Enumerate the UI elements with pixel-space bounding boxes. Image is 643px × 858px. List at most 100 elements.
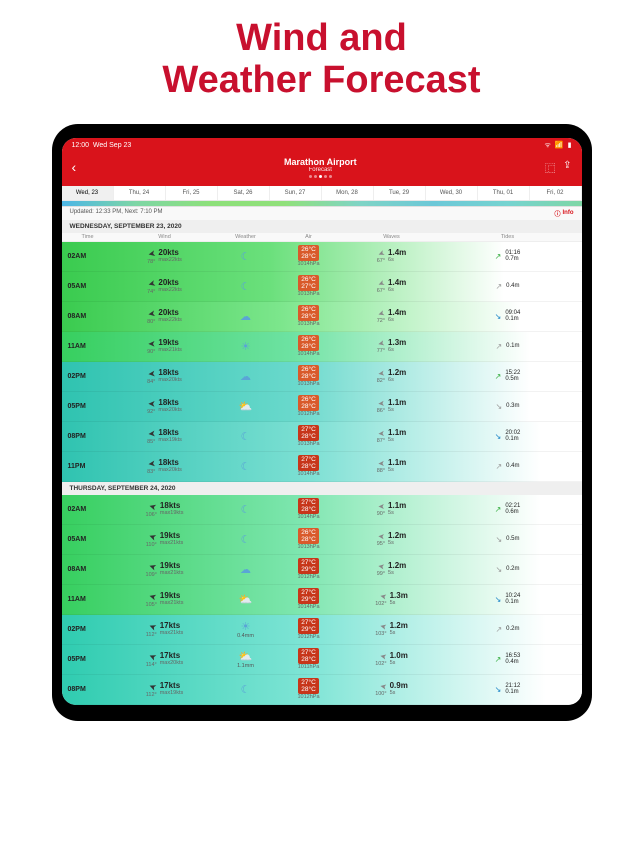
tide-icon: ↗ <box>495 342 502 351</box>
forecast-row[interactable]: 05AM ➤ 110° 19ktsmax21kts ☾ 26°C28°C 101… <box>62 525 582 555</box>
cell-wind: ➤ 78° 20ktsmax22kts <box>114 248 216 265</box>
cell-weather: ☀ 0.4mm <box>216 620 276 639</box>
wave-direction-icon: ➤ <box>378 428 385 437</box>
wave-direction-icon: ➤ <box>377 248 387 259</box>
cell-waves: ➤ 67° 1.4m6s <box>342 249 442 264</box>
cell-weather: ☾ <box>216 533 276 546</box>
cell-air: 27°C29°C 1012hPa <box>276 618 342 640</box>
day-section-header: WEDNESDAY, SEPTEMBER 23, 2020 <box>62 220 582 233</box>
wind-direction-icon: ➤ <box>148 500 158 513</box>
cell-weather: ☁ <box>216 563 276 576</box>
wind-direction-icon: ➤ <box>147 650 158 663</box>
cell-air: 27°C28°C 1012hPa <box>276 678 342 700</box>
forecast-row[interactable]: 08PM ➤ 85° 18ktsmax19kts ☾ 27°C28°C 1013… <box>62 422 582 452</box>
cell-time: 08PM <box>62 686 114 693</box>
weather-icon: ☾ <box>241 534 251 546</box>
wind-direction-icon: ➤ <box>148 530 159 543</box>
day-tab[interactable]: Fri, 25 <box>166 186 218 200</box>
wind-direction-icon: ➤ <box>147 367 156 379</box>
cell-tides: ↘ 21:120.1m <box>442 683 574 696</box>
forecast-row[interactable]: 02PM ➤ 112° 17ktsmax21kts ☀ 0.4mm 27°C29… <box>62 615 582 645</box>
cell-waves: ➤ 77° 1.3m6s <box>342 339 442 354</box>
wave-direction-icon: ➤ <box>379 651 387 661</box>
day-tab[interactable]: Wed, 23 <box>62 186 114 200</box>
weather-icon: ⛅ <box>239 651 253 663</box>
tide-icon: ↘ <box>495 402 502 411</box>
cell-tides: ↘ 20:020.1m <box>442 430 574 443</box>
wind-direction-icon: ➤ <box>148 560 159 573</box>
back-button[interactable]: ‹ <box>72 159 96 175</box>
cell-air: 27°C28°C 1011hPa <box>276 648 342 670</box>
status-bar: 12:00 Wed Sep 23 ᯤ 📶 ▮ <box>62 138 582 153</box>
forecast-row[interactable]: 02PM ➤ 84° 18ktsmax20kts ☁ 26°C28°C 1013… <box>62 362 582 392</box>
weather-icon: ☾ <box>241 684 251 696</box>
day-tab[interactable]: Sat, 26 <box>218 186 270 200</box>
map-icon[interactable]: ⿸ <box>545 160 555 175</box>
wind-direction-icon: ➤ <box>147 247 157 259</box>
cell-tides: ↘ 10:240.1m <box>442 593 574 606</box>
cell-tides: ↗ 0.2m <box>442 625 574 634</box>
day-tab[interactable]: Wed, 30 <box>426 186 478 200</box>
cell-tides: ↗ 0.4m <box>442 282 574 291</box>
weather-icon: ☾ <box>241 251 251 263</box>
forecast-row[interactable]: 05PM ➤ 114° 17ktsmax20kts ⛅ 1.1mm 27°C28… <box>62 645 582 675</box>
weather-icon: ⛅ <box>239 401 253 413</box>
forecast-row[interactable]: 11AM ➤ 105° 19ktsmax21kts ⛅ 27°C29°C 101… <box>62 585 582 615</box>
cell-tides: ↗ 15:220.5m <box>442 370 574 383</box>
wave-direction-icon: ➤ <box>378 458 385 467</box>
day-tab[interactable]: Fri, 02 <box>530 186 582 200</box>
wave-direction-icon: ➤ <box>377 278 387 289</box>
cell-time: 11AM <box>62 596 114 603</box>
cell-weather: ☾ <box>216 250 276 263</box>
cell-air: 26°C28°C 1012hPa <box>276 395 342 417</box>
cell-waves: ➤ 86° 1.1m5s <box>342 399 442 414</box>
cell-air: 27°C28°C 1013hPa <box>276 425 342 447</box>
cell-wind: ➤ 112° 17ktsmax21kts <box>114 621 216 638</box>
weather-icon: ☁ <box>240 564 251 576</box>
cell-wind: ➤ 85° 18ktsmax19kts <box>114 428 216 445</box>
cell-weather: ⛅ 1.1mm <box>216 650 276 669</box>
forecast-row[interactable]: 11PM ➤ 83° 18ktsmax20kts ☾ 27°C28°C 1014… <box>62 452 582 482</box>
forecast-row[interactable]: 02AM ➤ 78° 20ktsmax22kts ☾ 26°C28°C 1014… <box>62 242 582 272</box>
forecast-row[interactable]: 02AM ➤ 106° 18ktsmax19kts ☾ 27°C28°C 101… <box>62 495 582 525</box>
cell-time: 08AM <box>62 566 114 573</box>
cell-tides: ↘ 09:040.1m <box>442 310 574 323</box>
forecast-row[interactable]: 08PM ➤ 112° 17ktsmax19kts ☾ 27°C28°C 101… <box>62 675 582 705</box>
forecast-row[interactable]: 05AM ➤ 74° 20ktsmax22kts ☾ 26°C27°C 1013… <box>62 272 582 302</box>
day-tab[interactable]: Mon, 28 <box>322 186 374 200</box>
info-button[interactable]: ⓘInfo <box>554 209 573 218</box>
location-subtitle: Forecast <box>96 167 546 173</box>
cell-wind: ➤ 80° 20ktsmax22kts <box>114 308 216 325</box>
day-tab[interactable]: Thu, 01 <box>478 186 530 200</box>
cell-wind: ➤ 110° 19ktsmax21kts <box>114 531 216 548</box>
cell-air: 26°C28°C 1013hPa <box>276 365 342 387</box>
forecast-row[interactable]: 08AM ➤ 109° 19ktsmax21kts ☁ 27°C29°C 101… <box>62 555 582 585</box>
cell-weather: ☁ <box>216 310 276 323</box>
header-actions: ⿸ ⇪ <box>545 160 571 175</box>
cell-weather: ☾ <box>216 460 276 473</box>
battery-icon: ▮ <box>568 141 572 149</box>
wind-direction-icon: ➤ <box>148 397 156 408</box>
share-icon[interactable]: ⇪ <box>563 160 571 175</box>
weather-icon: ⛅ <box>239 594 253 606</box>
tide-icon: ↘ <box>495 565 502 574</box>
tide-icon: ↗ <box>495 372 502 381</box>
cell-tides: ↗ 01:160.7m <box>442 250 574 263</box>
cell-tides: ↘ 0.2m <box>442 565 574 574</box>
promo-headline: Wind and Weather Forecast <box>0 0 643 124</box>
status-right: ᯤ 📶 ▮ <box>545 141 572 150</box>
day-tab[interactable]: Thu, 24 <box>114 186 166 200</box>
day-tab[interactable]: Sun, 27 <box>270 186 322 200</box>
day-tab[interactable]: Tue, 29 <box>374 186 426 200</box>
cell-wind: ➤ 92° 18ktsmax20kts <box>114 398 216 415</box>
weather-icon: ☾ <box>241 461 251 473</box>
cell-wind: ➤ 109° 19ktsmax21kts <box>114 561 216 578</box>
forecast-row[interactable]: 08AM ➤ 80° 20ktsmax22kts ☁ 26°C28°C 1013… <box>62 302 582 332</box>
wind-direction-icon: ➤ <box>147 680 158 693</box>
tide-icon: ↘ <box>495 312 502 321</box>
cell-air: 27°C28°C 1014hPa <box>276 498 342 520</box>
forecast-row[interactable]: 11AM ➤ 90° 19ktsmax21kts ☀ 26°C28°C 1014… <box>62 332 582 362</box>
cell-waves: ➤ 103° 1.2m5s <box>342 622 442 637</box>
forecast-row[interactable]: 05PM ➤ 92° 18ktsmax20kts ⛅ 26°C28°C 1012… <box>62 392 582 422</box>
tide-icon: ↘ <box>495 432 502 441</box>
